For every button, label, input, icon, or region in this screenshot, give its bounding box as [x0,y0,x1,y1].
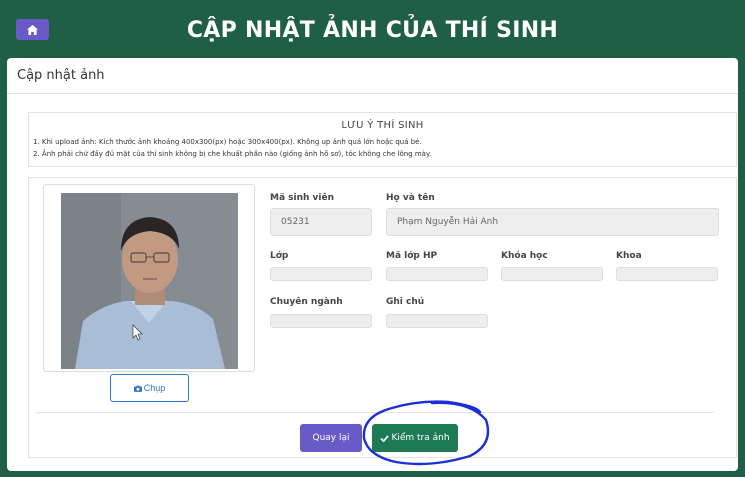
course-class-label: Mã lớp HP [386,251,438,261]
notice-box: LƯU Ý THÍ SINH 1. Khi upload ảnh: Kích t… [28,112,737,167]
major-label: Chuyên ngành [270,297,343,307]
card-title: Cập nhật ảnh [7,58,738,94]
student-photo [61,193,238,369]
class-label: Lớp [270,251,289,261]
check-photo-label: Kiểm tra ảnh [391,433,450,443]
divider [36,412,714,413]
back-button[interactable]: Quay lại [300,424,362,452]
major-field[interactable] [270,314,372,328]
intake-field[interactable] [501,267,603,281]
note-field[interactable] [386,314,488,328]
faculty-label: Khoa [616,251,642,261]
photo-frame [43,184,255,372]
capture-button[interactable]: Chụp [110,374,189,402]
check-icon [380,434,390,442]
top-bar: CẬP NHẬT ẢNH CỦA THÍ SINH [0,0,745,58]
camera-icon [133,385,142,392]
notice-line: 1. Khi upload ảnh: Kích thước ảnh khoảng… [33,138,422,146]
notice-title: LƯU Ý THÍ SINH [341,120,424,131]
note-label: Ghi chú [386,297,425,307]
page-title: CẬP NHẬT ẢNH CỦA THÍ SINH [186,18,559,43]
check-photo-button[interactable]: Kiểm tra ảnh [372,424,458,452]
full-name-label: Họ và tên [386,193,435,203]
intake-label: Khóa học [501,251,548,261]
student-id-field[interactable]: 05231 [270,208,372,236]
notice-line: 2. Ảnh phải chứ đầy đủ mặt của thí sinh … [33,150,432,158]
student-id-label: Mã sinh viên [270,193,335,203]
class-field[interactable] [270,267,372,281]
full-name-field[interactable]: Phạm Nguyễn Hải Anh [386,208,719,236]
capture-label: Chụp [143,383,166,393]
course-class-field[interactable] [386,267,488,281]
faculty-field[interactable] [616,267,718,281]
main-card: Cập nhật ảnh LƯU Ý THÍ SINH 1. Khi uploa… [7,58,738,471]
